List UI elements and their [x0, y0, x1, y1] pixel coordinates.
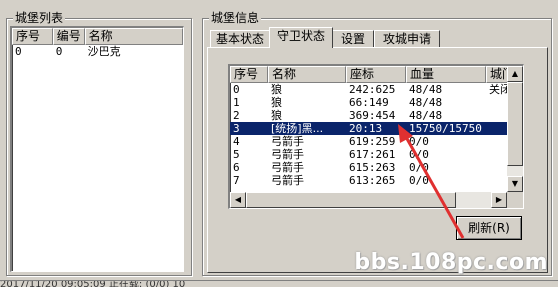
cell-coords: 619:259 [349, 135, 396, 148]
cell-hp: 0/0 [409, 148, 429, 161]
scroll-up-button[interactable]: ▲ [507, 66, 523, 82]
column-header-number[interactable]: 编号 [52, 28, 85, 45]
cell-index: 1 [233, 96, 240, 109]
column-header-gate[interactable]: 城门 [486, 66, 508, 83]
cell-name: [统扬]黑... [271, 122, 324, 135]
cell-gate [486, 174, 508, 187]
cell-gate [486, 109, 508, 122]
table-row-selected[interactable]: 3 [统扬]黑... 20:13 15750/15750 [230, 122, 523, 135]
cell-name: 弓箭手 [271, 174, 304, 187]
horizontal-scroll-thumb[interactable] [246, 192, 456, 208]
cell-gate [486, 148, 508, 161]
cell-name: 弓箭手 [271, 135, 304, 148]
vertical-scroll-thumb[interactable] [507, 82, 523, 166]
cell-gate [486, 122, 508, 135]
tab-siege-application[interactable]: 攻城申请 [374, 30, 440, 48]
cell-index: 4 [233, 135, 240, 148]
cell-coords: 615:263 [349, 161, 396, 174]
scroll-left-button[interactable]: ◀ [230, 192, 246, 208]
cell-gate: 关闭 [489, 83, 508, 96]
cell-hp: 48/48 [409, 83, 443, 96]
cell-coords: 242:625 [349, 83, 396, 96]
cell-name: 弓箭手 [271, 161, 304, 174]
cell-index: 3 [233, 122, 240, 135]
cell-gate [486, 161, 508, 174]
watermark-text: bbs.108pc.com [354, 250, 548, 275]
cell-name: 狼 [271, 83, 282, 96]
scroll-right-button[interactable]: ▶ [491, 192, 507, 208]
tab-basic-status[interactable]: 基本状态 [210, 30, 270, 48]
cell-index: 2 [233, 109, 240, 122]
table-row[interactable]: 7 弓箭手 613:265 0/0 [230, 174, 523, 187]
guard-rows: 0 狼 242:625 48/48 关闭 1 狼 66:149 48/48 2 狼 369:454 48… [230, 83, 523, 187]
cell-hp: 0/0 [409, 135, 429, 148]
column-header-index[interactable]: 序号 [230, 66, 268, 83]
cell-index: 0 [233, 83, 240, 96]
cell-hp: 0/0 [409, 174, 429, 187]
table-row[interactable]: 0 0 沙巴克 [12, 45, 183, 58]
tab-settings[interactable]: 设置 [332, 30, 374, 48]
table-row[interactable]: 4 弓箭手 619:259 0/0 [230, 135, 523, 148]
cell-gate [486, 135, 508, 148]
cell-hp: 0/0 [409, 161, 429, 174]
cell-number: 0 [55, 45, 63, 58]
table-row[interactable]: 5 弓箭手 617:261 0/0 [230, 148, 523, 161]
cell-index: 7 [233, 174, 240, 187]
castle-list-title: 城堡列表 [13, 11, 66, 25]
cell-hp: 48/48 [409, 96, 443, 109]
cell-hp: 15750/15750 [409, 122, 482, 135]
column-header-name[interactable]: 名称 [84, 28, 183, 45]
castle-list-table[interactable]: 序号 编号 名称 0 0 沙巴克 [10, 26, 184, 272]
cell-name: 弓箭手 [271, 148, 304, 161]
cell-coords: 369:454 [349, 109, 396, 122]
castle-info-title: 城堡信息 [209, 11, 262, 25]
column-header-coords[interactable]: 座标 [346, 66, 406, 83]
column-header-hp[interactable]: 血量 [406, 66, 486, 83]
table-row[interactable]: 0 狼 242:625 48/48 关闭 [230, 83, 523, 96]
table-row[interactable]: 2 狼 369:454 48/48 [230, 109, 523, 122]
scroll-down-button[interactable]: ▼ [507, 176, 523, 192]
guard-list-header: 序号 名称 座标 血量 城门 [230, 66, 523, 83]
castle-list-header: 序号 编号 名称 [12, 28, 183, 45]
cell-coords: 66:149 [349, 96, 389, 109]
tab-guard-status[interactable]: 守卫状态 [269, 27, 333, 48]
scrollbar-corner [507, 192, 523, 208]
cell-coords: 20:13 [349, 122, 383, 135]
refresh-button[interactable]: 刷新(R) [456, 216, 522, 240]
status-bar: 2017/11/20 09:05:09 正在载: (0/0) 10 [0, 280, 558, 287]
cell-coords: 617:261 [349, 148, 396, 161]
table-row[interactable]: 6 弓箭手 615:263 0/0 [230, 161, 523, 174]
cell-index: 6 [233, 161, 240, 174]
guard-list-table[interactable]: 序号 名称 座标 血量 城门 0 狼 242:625 48/48 关闭 1 狼 66:149 4… [228, 64, 524, 209]
cell-gate [486, 96, 508, 109]
cell-name: 狼 [271, 96, 282, 109]
cell-hp: 48/48 [409, 109, 443, 122]
column-header-index[interactable]: 序号 [12, 28, 53, 45]
cell-index: 5 [233, 148, 240, 161]
cell-coords: 613:265 [349, 174, 396, 187]
cell-index: 0 [15, 45, 22, 58]
cell-name: 沙巴克 [87, 45, 121, 58]
table-row[interactable]: 1 狼 66:149 48/48 [230, 96, 523, 109]
cell-name: 狼 [271, 109, 282, 122]
column-header-name[interactable]: 名称 [268, 66, 346, 83]
